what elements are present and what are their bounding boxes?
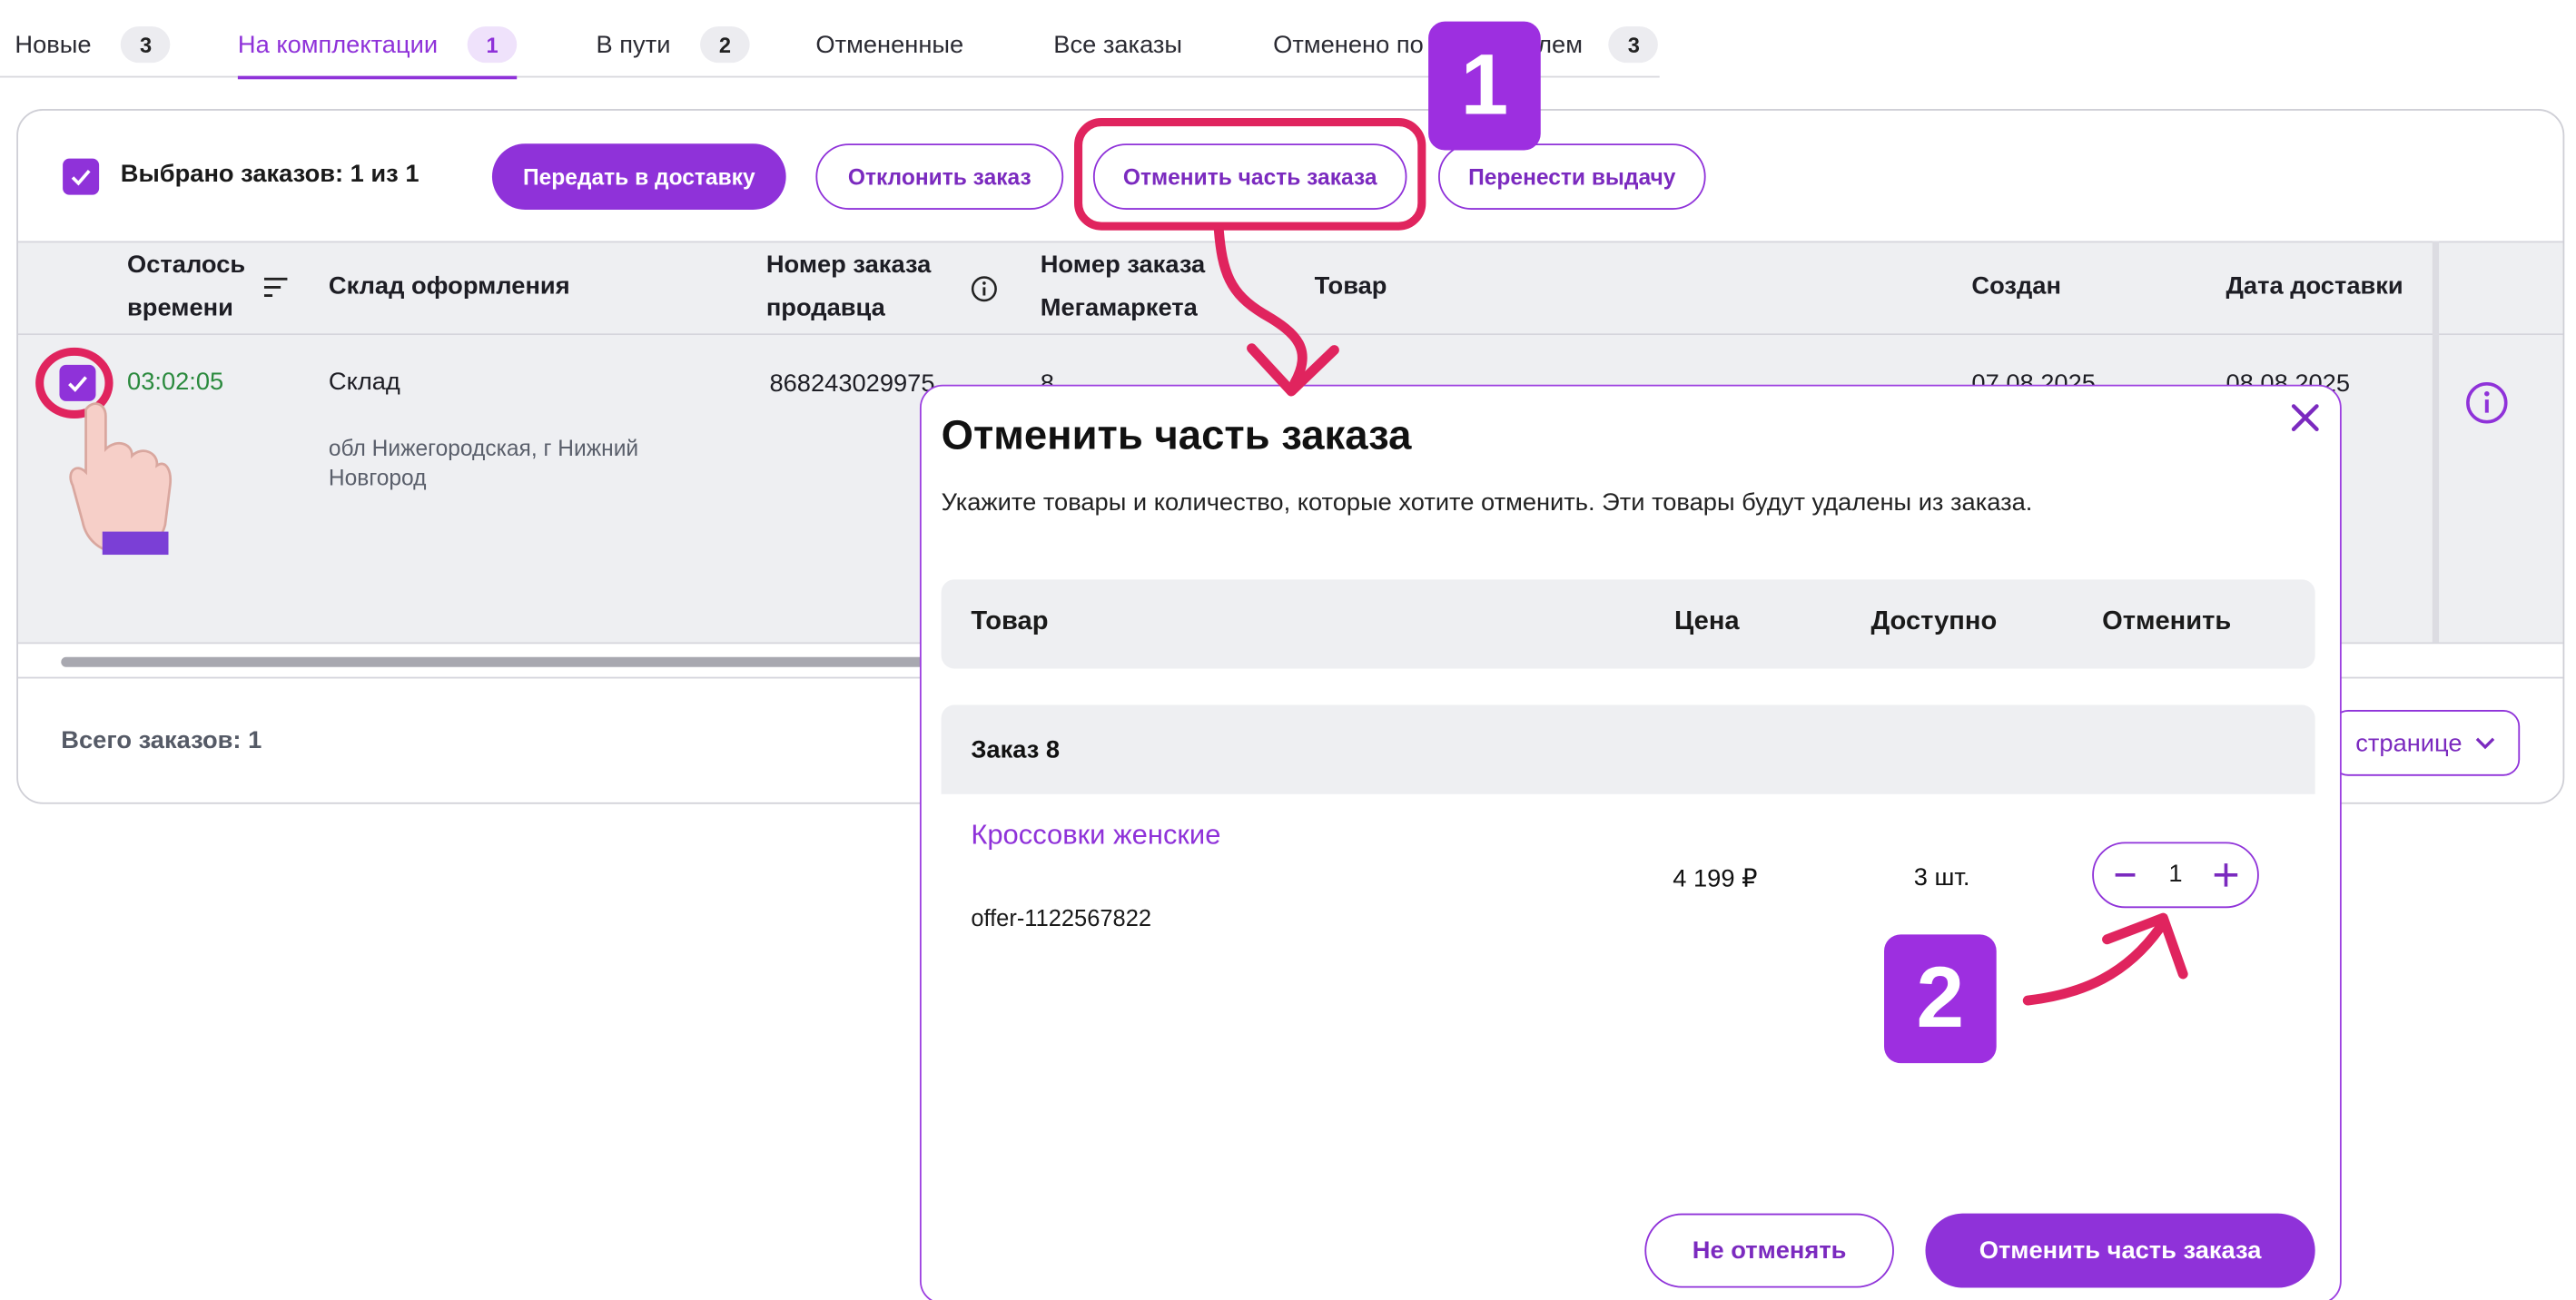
close-icon[interactable] [2287,399,2324,436]
modal-description: Укажите товары и количество, которые хот… [941,488,2033,517]
col-header-line: продавца [765,293,885,322]
screenshot-root: Новые 3 На комплектации 1 В пути 2 Отмен… [0,0,2576,1300]
reject-order-button[interactable]: Отклонить заказ [815,143,1064,210]
modal-table-header: Товар Цена Доступно Отменить [941,579,2315,669]
col-header-line: Мегамаркета [1040,293,1198,322]
tab-count-badge: 3 [1609,26,1659,64]
tab-cancelled[interactable]: Отмененные [815,25,963,64]
tab-new[interactable]: Новые 3 [15,25,171,64]
tab-label: Отмененные [815,30,964,59]
checkmark-icon [71,170,91,186]
col-warehouse: Склад оформления [328,272,570,300]
step-badge-2: 2 [1884,934,1997,1064]
warehouse-name: Склад [328,368,400,397]
col-product: Товар [971,607,1049,636]
increment-button[interactable] [2201,851,2251,901]
plus-icon [2214,863,2238,887]
time-left-value: 03:02:05 [127,368,224,397]
col-header-line: Номер заказа [765,251,932,280]
col-created: Создан [1971,272,2061,300]
per-page-select[interactable]: странице [2330,709,2521,776]
row-info-icon[interactable] [2465,381,2508,424]
col-header-line: Номер заказа [1040,251,1206,280]
quantity-stepper[interactable]: 1 [2092,842,2259,909]
col-cancel: Отменить [2102,607,2232,636]
tab-label-tail: лем [1537,30,1583,59]
col-header-line: времени [127,293,233,322]
col-delivery-date: Дата доставки [2226,272,2403,300]
total-orders: Всего заказов: 1 [61,726,262,755]
product-link[interactable]: Кроссовки женские [971,819,1220,852]
tab-count-badge: 3 [121,26,171,64]
order-group-header: Заказ 8 [941,704,2315,794]
product-sku: offer-1122567822 [971,904,1152,931]
col-product: Товар [1314,272,1387,300]
product-available: 3 шт. [1913,863,1970,892]
col-available: Доступно [1870,607,1998,636]
warehouse-address-line: Новгород [328,465,427,491]
tab-all-orders[interactable]: Все заказы [1053,25,1182,64]
tab-in-assembly[interactable]: На комплектации 1 [237,25,518,80]
warehouse-address-line: обл Нижегородская, г Нижний [328,436,639,461]
tab-label: В пути [596,30,671,59]
tab-cancelled-by-customer-tail[interactable]: лем 3 [1537,25,1659,64]
order-status-tabs: Новые 3 На комплектации 1 В пути 2 Отмен… [0,0,1660,80]
cancel-part-button[interactable]: Отменить часть заказа [1092,143,1407,210]
chevron-down-icon [2475,737,2495,750]
confirm-cancel-part-button[interactable]: Отменить часть заказа [1925,1213,2315,1288]
col-price: Цена [1674,607,1740,636]
col-seller-order: Номер заказа продавца [766,244,932,330]
scrollbar-thumb[interactable] [61,656,986,667]
checkmark-icon [68,376,87,392]
per-page-label: странице [2355,728,2462,757]
product-price: 4 199 ₽ [1673,864,1758,893]
orders-table-header: Осталось времени Склад оформления Номер … [18,241,2563,336]
info-icon[interactable] [971,276,997,302]
seller-order-number[interactable]: 868243029975 [769,369,934,398]
tab-label: Отменено по [1273,30,1424,59]
tab-in-transit[interactable]: В пути 2 [597,25,750,64]
reschedule-button[interactable]: Перенести выдачу [1438,143,1706,210]
keep-order-button[interactable]: Не отменять [1644,1213,1894,1288]
cancel-part-modal: Отменить часть заказа Укажите товары и к… [919,384,2342,1300]
row-checkbox[interactable] [59,364,96,401]
order-group-label: Заказ 8 [971,736,1061,765]
modal-title: Отменить часть заказа [941,412,1412,459]
tab-label: Новые [15,30,92,59]
tab-count-badge: 1 [467,26,518,64]
tab-count-badge: 2 [700,26,750,64]
col-time-left[interactable]: Осталось времени [127,244,245,330]
col-mm-order: Номер заказа Мегамаркета [1041,244,1206,330]
selected-count: Выбрано заказов: 1 из 1 [120,160,419,189]
stage: Новые 3 На комплектации 1 В пути 2 Отмен… [0,0,2576,1300]
tab-cancelled-by-customer[interactable]: Отменено по [1273,25,1424,64]
step-badge-1: 1 [1428,21,1541,151]
tab-label: Все заказы [1053,30,1183,59]
column-divider [2432,241,2440,643]
bulk-action-toolbar: Выбрано заказов: 1 из 1 Передать в доста… [18,111,2562,242]
col-header-line: Осталось [127,251,246,280]
deliver-button[interactable]: Передать в доставку [491,143,786,210]
select-all-checkbox[interactable] [63,158,100,195]
sort-icon[interactable] [262,276,289,299]
tab-label: На комплектации [237,30,439,59]
